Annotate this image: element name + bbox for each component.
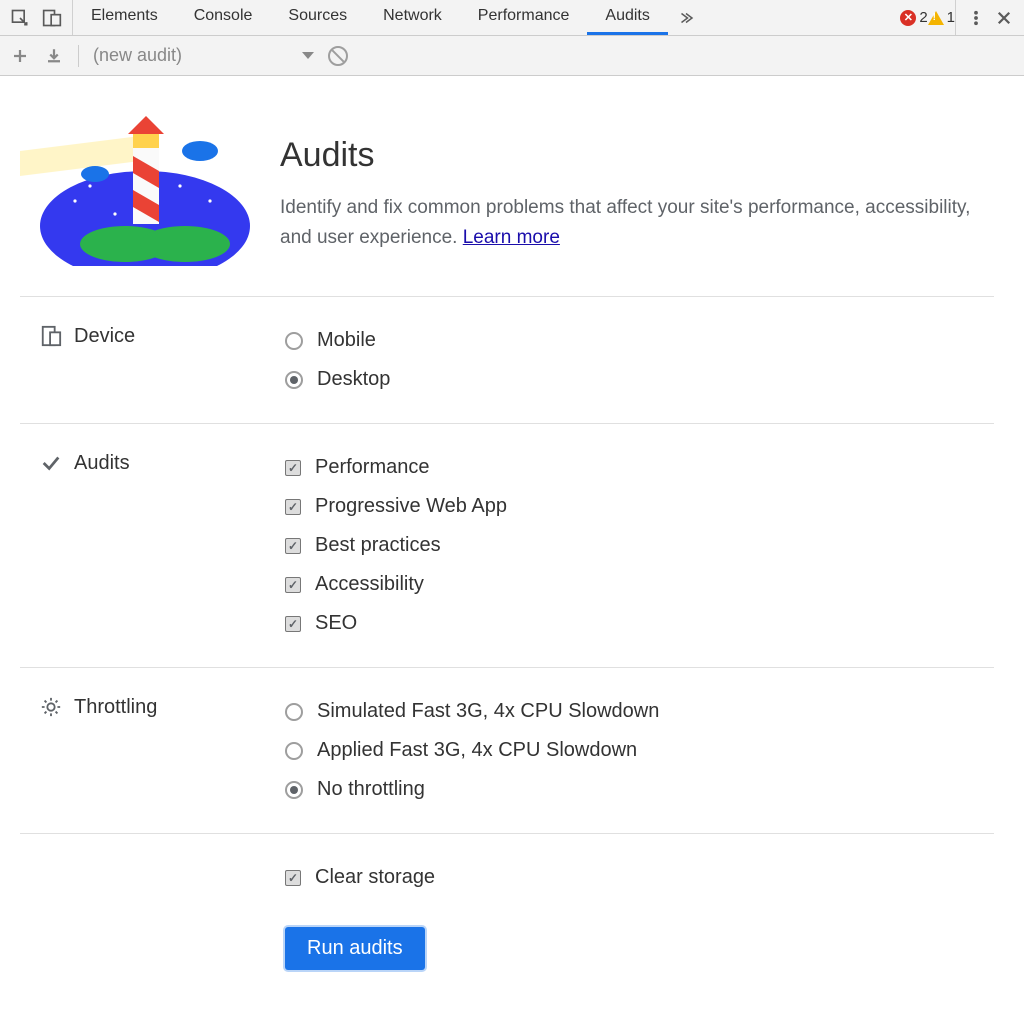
learn-more-link[interactable]: Learn more xyxy=(463,227,560,248)
section-audits-header: Audits xyxy=(20,448,285,643)
new-audit-plus-icon[interactable] xyxy=(10,46,30,66)
throttling-title: Throttling xyxy=(74,696,157,719)
section-device-header: Device xyxy=(20,321,285,399)
device-title: Device xyxy=(74,325,135,348)
audit-select-label: (new audit) xyxy=(93,45,182,66)
section-run: Clear storage Run audits xyxy=(20,833,994,994)
kebab-menu-icon[interactable] xyxy=(966,8,986,28)
section-throttling-header: Throttling xyxy=(20,692,285,809)
error-icon: ✕ xyxy=(900,10,916,26)
checkbox-icon xyxy=(285,577,301,593)
inspect-icon[interactable] xyxy=(10,8,30,28)
section-throttling: Throttling Simulated Fast 3G, 4x CPU Slo… xyxy=(20,667,994,833)
devtools-tab-strip: Elements Console Sources Network Perform… xyxy=(0,0,1024,36)
section-audits: Audits Performance Progressive Web App B… xyxy=(20,423,994,667)
gear-icon xyxy=(40,696,62,718)
audit-toolbar: (new audit) xyxy=(0,36,1024,76)
tab-audits[interactable]: Audits xyxy=(587,0,667,35)
radio-icon xyxy=(285,742,303,760)
warning-icon xyxy=(928,11,944,25)
audit-header-text: Audits Identify and fix common problems … xyxy=(280,116,994,254)
close-icon[interactable] xyxy=(994,8,1014,28)
radio-icon xyxy=(285,703,303,721)
tab-elements[interactable]: Elements xyxy=(73,0,176,35)
check-pwa[interactable]: Progressive Web App xyxy=(285,487,994,526)
tab-console[interactable]: Console xyxy=(176,0,271,35)
run-audits-button[interactable]: Run audits xyxy=(285,927,425,970)
radio-throttle-applied[interactable]: Applied Fast 3G, 4x CPU Slowdown xyxy=(285,731,994,770)
section-device: Device Mobile Desktop xyxy=(20,296,994,423)
check-clear-storage[interactable]: Clear storage xyxy=(285,858,994,897)
radio-device-mobile[interactable]: Mobile xyxy=(285,321,994,360)
download-icon[interactable] xyxy=(44,46,64,66)
radio-icon xyxy=(285,371,303,389)
check-seo[interactable]: SEO xyxy=(285,604,994,643)
check-performance[interactable]: Performance xyxy=(285,448,994,487)
tab-network[interactable]: Network xyxy=(365,0,460,35)
tab-sources[interactable]: Sources xyxy=(270,0,365,35)
checkbox-icon xyxy=(285,460,301,476)
audit-header: Audits Identify and fix common problems … xyxy=(20,116,994,266)
checkbox-icon xyxy=(285,499,301,515)
tab-performance[interactable]: Performance xyxy=(460,0,588,35)
error-count-badge[interactable]: ✕ 2 xyxy=(900,0,927,35)
radio-icon xyxy=(285,332,303,350)
device-icon xyxy=(40,325,62,347)
checkbox-icon xyxy=(285,616,301,632)
radio-throttle-none[interactable]: No throttling xyxy=(285,770,994,809)
clear-icon[interactable] xyxy=(328,46,348,66)
page-title: Audits xyxy=(280,136,994,175)
page-description: Identify and fix common problems that af… xyxy=(280,193,994,254)
device-toggle-icon[interactable] xyxy=(42,8,62,28)
check-accessibility[interactable]: Accessibility xyxy=(285,565,994,604)
error-count: 2 xyxy=(919,9,927,26)
radio-icon xyxy=(285,781,303,799)
warning-count: 1 xyxy=(947,9,955,26)
audit-panel: Audits Identify and fix common problems … xyxy=(0,76,1024,1034)
lighthouse-illustration-icon xyxy=(20,116,250,266)
tabs-overflow-icon[interactable] xyxy=(668,0,704,35)
radio-device-desktop[interactable]: Desktop xyxy=(285,360,994,399)
check-best-practices[interactable]: Best practices xyxy=(285,526,994,565)
checkbox-icon xyxy=(285,870,301,886)
check-icon xyxy=(40,452,62,474)
chevron-down-icon xyxy=(302,52,314,59)
tab-left-icon-group xyxy=(0,0,73,35)
audits-title: Audits xyxy=(74,452,130,475)
radio-throttle-sim[interactable]: Simulated Fast 3G, 4x CPU Slowdown xyxy=(285,692,994,731)
checkbox-icon xyxy=(285,538,301,554)
warning-count-badge[interactable]: 1 xyxy=(928,0,955,35)
audit-select-dropdown[interactable]: (new audit) xyxy=(93,45,314,66)
top-right-controls xyxy=(955,0,1024,35)
tabs-nav: Elements Console Sources Network Perform… xyxy=(73,0,668,35)
